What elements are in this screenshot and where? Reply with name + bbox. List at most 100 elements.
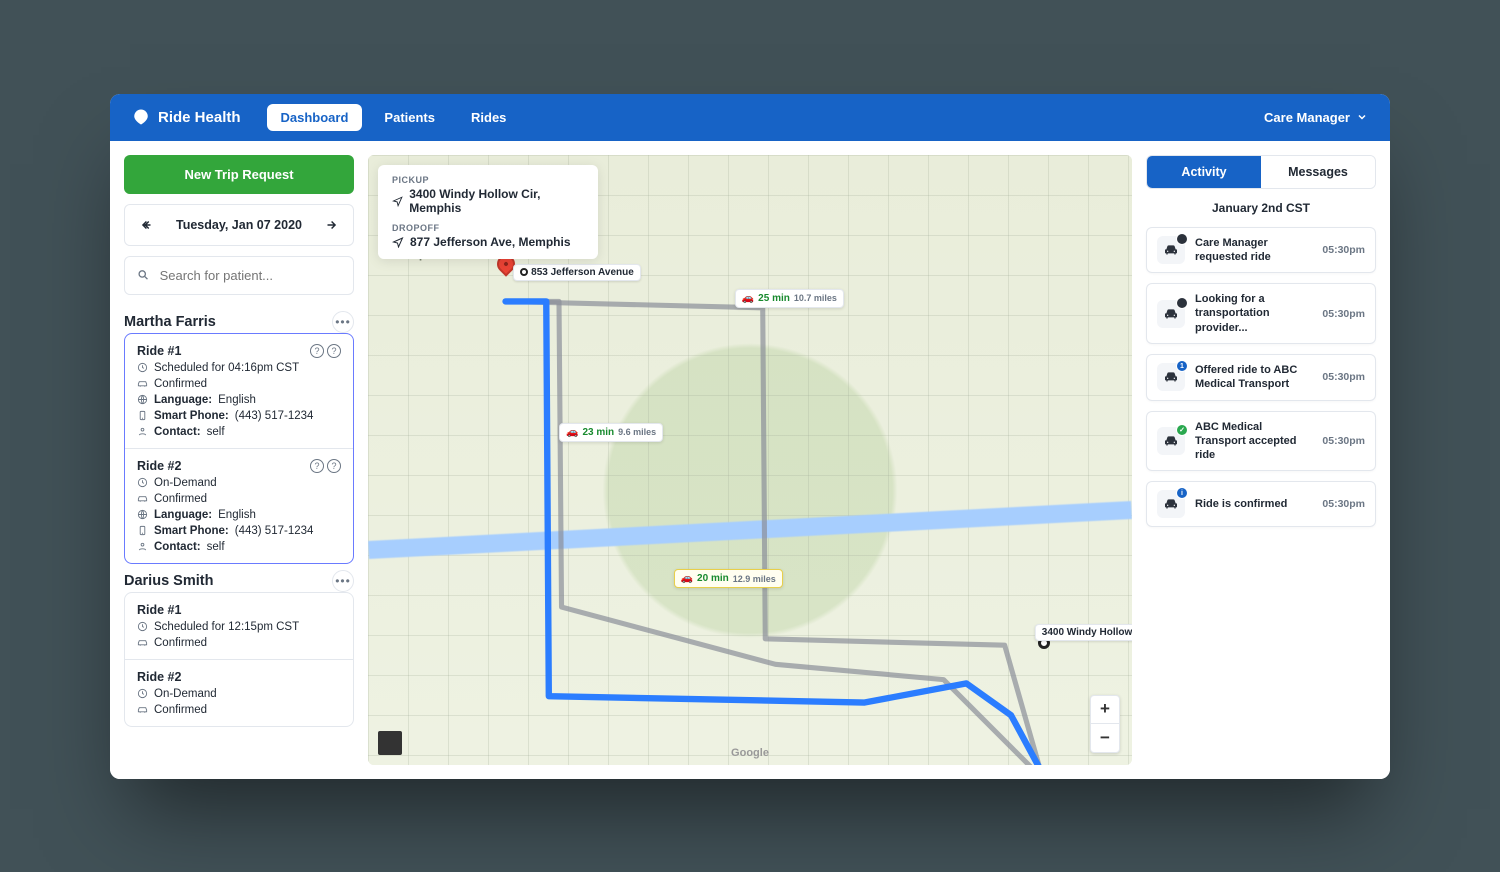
map[interactable]: Memphis 853 Jefferson Avenue 3400 Windy … [368,155,1132,765]
next-day-button[interactable] [319,213,343,237]
event-icon [1157,236,1185,264]
person-icon [137,426,148,437]
date-picker: Tuesday, Jan 07 2020 [124,204,354,246]
ride-meta: Language: English [137,509,341,521]
event-time: 05:30pm [1322,498,1365,510]
patient-menu-button[interactable]: ••• [332,311,354,333]
tab-messages[interactable]: Messages [1261,156,1375,188]
top-bar: Ride Health Dashboard Patients Rides Care … [110,94,1390,141]
destination-label: 853 Jefferson Avenue [513,264,641,281]
main-nav: Dashboard Patients Rides [267,104,521,131]
route-time-primary[interactable]: 🚗 20 min12.9 miles [674,569,783,588]
activity-event[interactable]: ✓ ABC Medical Transport accepted ride 05… [1146,411,1376,472]
new-trip-button[interactable]: New Trip Request [124,155,354,194]
ride-card[interactable]: Ride #2 On-Demand Confirmed [125,660,353,726]
selected-date: Tuesday, Jan 07 2020 [176,218,302,232]
streetview-thumb[interactable] [378,731,402,755]
right-panel: ActivityMessages January 2nd CST Care Ma… [1146,155,1376,765]
ride-meta: Smart Phone: (443) 517-1234 [137,525,341,537]
car-icon [137,493,148,504]
arrow-icon [392,236,404,248]
ride-meta: Scheduled for 12:15pm CST [137,621,341,633]
route-time-alt1[interactable]: 🚗 23 min9.6 miles [559,423,663,442]
car-icon [137,637,148,648]
clock-icon [137,362,148,373]
event-text: ABC Medical Transport accepted ride [1195,420,1312,463]
ride-group[interactable]: Ride #1?? Scheduled for 04:16pm CST Confir… [124,333,354,564]
ride-meta: Contact: self [137,541,341,553]
ride-card[interactable]: Ride #1?? Scheduled for 04:16pm CST Confir… [125,334,353,449]
app-window: Ride Health Dashboard Patients Rides Care … [110,94,1390,779]
event-icon: 1 [1157,363,1185,391]
patient-name: Darius Smith [124,573,213,589]
event-text: Ride is confirmed [1195,497,1312,511]
dropoff-label: DROPOFF [392,223,584,233]
events-date: January 2nd CST [1146,201,1376,215]
ride-meta: Confirmed [137,378,341,390]
zoom-out-button[interactable]: − [1091,724,1119,752]
person-icon [137,541,148,552]
address-card: PICKUP 3400 Windy Hollow Cir, Memphis DR… [378,165,598,259]
brand-name: Ride Health [158,109,241,126]
event-time: 05:30pm [1322,371,1365,383]
right-tabs: ActivityMessages [1146,155,1376,189]
ride-title: Ride #1 [137,344,181,358]
phone-icon [137,410,148,421]
pickup-label: PICKUP [392,175,584,185]
brand: Ride Health [132,108,241,126]
search-input[interactable] [158,267,341,284]
activity-event[interactable]: 1 Offered ride to ABC Medical Transport … [1146,354,1376,401]
map-zoom: + − [1090,695,1120,753]
clock-icon [137,688,148,699]
ride-meta: Language: English [137,394,341,406]
patient-menu-button[interactable]: ••• [332,570,354,592]
zoom-in-button[interactable]: + [1091,696,1119,724]
event-text: Care Manager requested ride [1195,236,1312,265]
ride-meta: Confirmed [137,704,341,716]
nav-rides[interactable]: Rides [457,104,520,131]
event-time: 05:30pm [1322,308,1365,320]
car-icon [137,378,148,389]
patient-name: Martha Farris [124,314,216,330]
ride-title: Ride #2 [137,459,181,473]
ride-meta: Confirmed [137,637,341,649]
ride-meta: On-Demand [137,477,341,489]
chevron-down-icon [1356,111,1368,123]
clock-icon [137,477,148,488]
ride-help[interactable]: ?? [310,344,341,358]
car-icon [137,704,148,715]
tab-activity[interactable]: Activity [1147,156,1261,188]
ride-meta: Contact: self [137,426,341,438]
ride-card[interactable]: Ride #2?? On-Demand Confirmed Language: Eng… [125,449,353,563]
arrow-icon [392,195,403,207]
nav-dashboard[interactable]: Dashboard [267,104,363,131]
ride-meta: Confirmed [137,493,341,505]
ride-help[interactable]: ?? [310,459,341,473]
activity-event[interactable]: Looking for a transportation provider...… [1146,283,1376,344]
nav-patients[interactable]: Patients [370,104,449,131]
user-menu[interactable]: Care Manager [1264,110,1368,125]
event-time: 05:30pm [1322,435,1365,447]
activity-event[interactable]: i Ride is confirmed 05:30pm [1146,481,1376,527]
ride-card[interactable]: Ride #1 Scheduled for 12:15pm CST Confirme… [125,593,353,660]
patient-search[interactable] [124,256,354,295]
origin-label: 3400 Windy Hollow Cove [1035,624,1132,641]
ride-meta: Smart Phone: (443) 517-1234 [137,410,341,422]
activity-event[interactable]: Care Manager requested ride 05:30pm [1146,227,1376,274]
dropoff-address: 877 Jefferson Ave, Memphis [410,235,571,249]
event-time: 05:30pm [1322,244,1365,256]
left-panel: New Trip Request Tuesday, Jan 07 2020 Ma… [124,155,354,765]
prev-day-button[interactable] [135,213,159,237]
phone-icon [137,525,148,536]
ride-title: Ride #2 [137,670,181,684]
ride-group[interactable]: Ride #1 Scheduled for 12:15pm CST Confirme… [124,592,354,727]
arrow-right-icon [324,218,338,232]
ride-meta: On-Demand [137,688,341,700]
ride-meta: Scheduled for 04:16pm CST [137,362,341,374]
route-time-alt2[interactable]: 🚗 25 min10.7 miles [735,289,844,308]
event-text: Looking for a transportation provider... [1195,292,1312,335]
pickup-address: 3400 Windy Hollow Cir, Memphis [409,187,584,215]
clock-icon [137,621,148,632]
globe-icon [137,394,148,405]
ride-title: Ride #1 [137,603,181,617]
